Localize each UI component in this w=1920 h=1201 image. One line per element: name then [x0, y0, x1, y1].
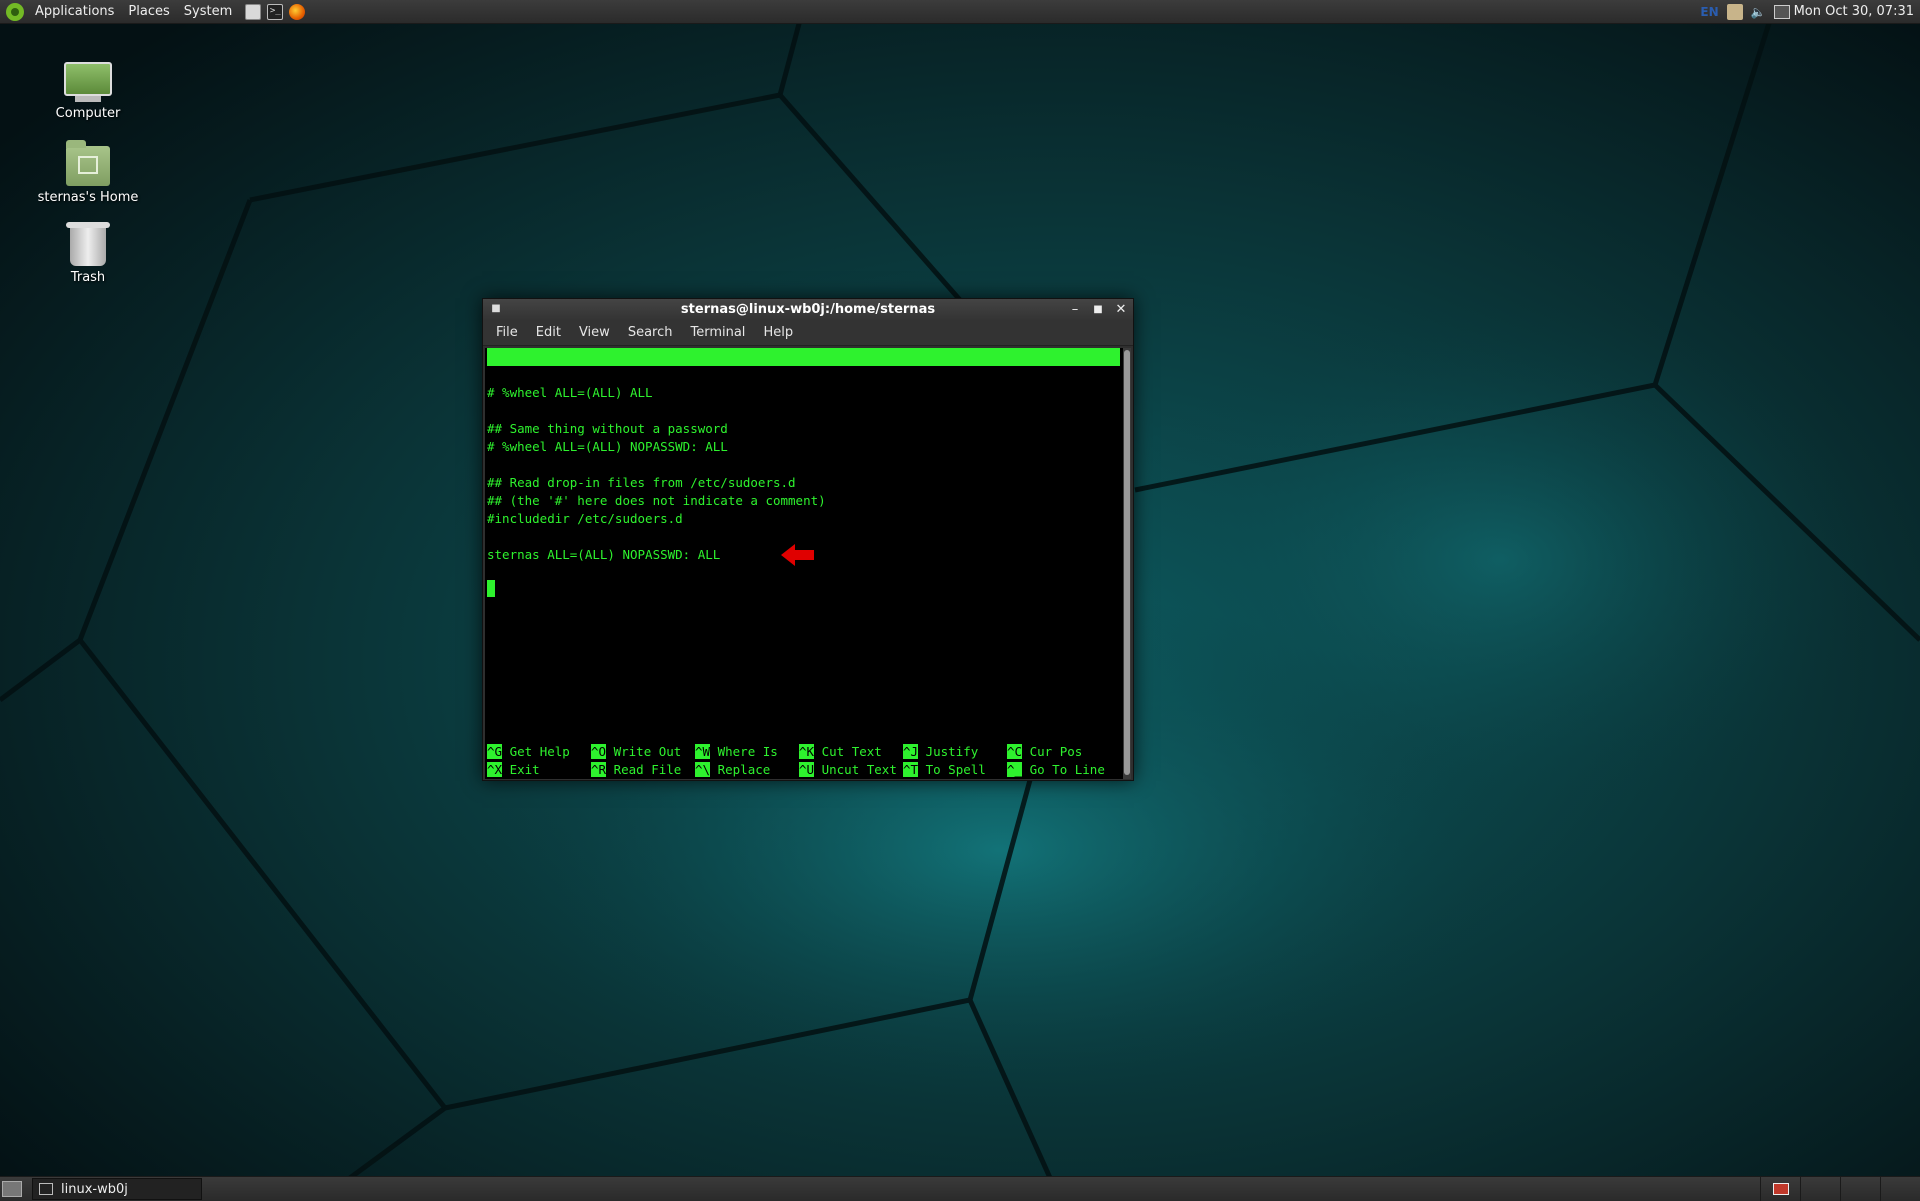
shortcut-get-help[interactable]: ^G Get Help	[487, 743, 570, 761]
window-thumbnail	[1773, 1183, 1789, 1195]
shortcut-write-out[interactable]: ^O Write Out	[591, 743, 681, 761]
close-button[interactable]: ✕	[1111, 299, 1131, 321]
menu-view[interactable]: View	[570, 321, 619, 345]
file-line: ## (the '#' here does not indicate a com…	[487, 493, 826, 508]
desktop-icon-home[interactable]: sternas's Home	[33, 140, 143, 205]
trash-icon	[66, 222, 110, 266]
file-line-highlighted: sternas ALL=(ALL) NOPASSWD: ALL	[487, 547, 721, 562]
file-line: ## Same thing without a password	[487, 421, 728, 436]
nano-filename: File: /etc/sudoers	[759, 385, 895, 400]
text-editor-launcher-icon[interactable]	[245, 3, 262, 20]
workspace-2[interactable]	[1800, 1177, 1840, 1201]
workspace-1[interactable]	[1760, 1177, 1800, 1201]
menu-search[interactable]: Search	[619, 321, 682, 345]
menu-file[interactable]: File	[487, 321, 527, 345]
firefox-launcher-icon[interactable]	[289, 3, 306, 20]
window-titlebar[interactable]: ■ sternas@linux-wb0j:/home/sternas – ■ ✕	[483, 299, 1133, 321]
terminal-content[interactable]: GNU nano 2.8.7 File: /etc/sudoers # %whe…	[485, 348, 1123, 779]
shortcut-cur-pos[interactable]: ^C Cur Pos	[1007, 743, 1082, 761]
workspace-switcher	[1760, 1177, 1920, 1201]
desktop-icon-label: sternas's Home	[37, 190, 139, 205]
desktop-icon-trash[interactable]: Trash	[33, 222, 143, 285]
shortcut-replace[interactable]: ^\ Replace	[695, 761, 770, 779]
shortcut-go-to-line[interactable]: ^_ Go To Line	[1007, 761, 1105, 779]
scrollbar-thumb[interactable]	[1124, 350, 1130, 775]
shortcut-justify[interactable]: ^J Justify	[903, 743, 978, 761]
window-title: sternas@linux-wb0j:/home/sternas	[680, 302, 936, 317]
system-menu[interactable]: System	[177, 0, 239, 23]
places-menu[interactable]: Places	[121, 0, 176, 23]
minimize-button[interactable]: –	[1065, 299, 1085, 321]
shortcut-cut-text[interactable]: ^K Cut Text	[799, 743, 882, 761]
workspace-3[interactable]	[1840, 1177, 1880, 1201]
desktop-icon-label: Trash	[70, 270, 106, 285]
applications-menu[interactable]: Applications	[28, 0, 121, 23]
file-line: #includedir /etc/sudoers.d	[487, 511, 683, 526]
shortcut-read-file[interactable]: ^R Read File	[591, 761, 681, 779]
terminal-launcher-icon[interactable]: >_	[267, 3, 284, 20]
desktop-icon-computer[interactable]: Computer	[33, 62, 143, 121]
nano-header-bar: GNU nano 2.8.7 File: /etc/sudoers	[487, 348, 1120, 400]
volume-icon[interactable]: 🔈	[1751, 5, 1766, 19]
menu-edit[interactable]: Edit	[527, 321, 570, 345]
opensuse-logo-icon[interactable]	[6, 2, 24, 21]
top-panel: Applications Places System >_ EN 🔈 Mon O…	[0, 0, 1920, 24]
taskbar-window-label: linux-wb0j	[61, 1181, 128, 1197]
taskbar-window-button[interactable]: linux-wb0j	[32, 1178, 202, 1200]
terminal-scrollbar[interactable]	[1123, 348, 1131, 779]
shortcut-where-is[interactable]: ^W Where Is	[695, 743, 778, 761]
desktop-icon-label: Computer	[55, 106, 121, 121]
terminal-icon	[39, 1183, 53, 1195]
shortcut-exit[interactable]: ^X Exit	[487, 761, 540, 779]
shortcut-uncut-text[interactable]: ^U Uncut Text	[799, 761, 897, 779]
red-arrow-annotation	[781, 544, 814, 566]
show-desktop-icon[interactable]	[2, 1181, 22, 1197]
workspace-4[interactable]	[1880, 1177, 1920, 1201]
keyboard-layout-indicator[interactable]: EN	[1700, 5, 1718, 19]
clipboard-icon[interactable]	[1726, 3, 1743, 20]
file-line: ## Read drop-in files from /etc/sudoers.…	[487, 475, 796, 490]
text-cursor	[487, 580, 495, 597]
terminal-menubar: File Edit View Search Terminal Help	[483, 321, 1133, 346]
bottom-panel: linux-wb0j	[0, 1176, 1920, 1201]
system-tray: EN 🔈 Mon Oct 30, 07:31	[1692, 0, 1920, 23]
file-line: # %wheel ALL=(ALL) ALL	[487, 385, 653, 400]
maximize-button[interactable]: ■	[1088, 299, 1108, 321]
network-icon[interactable]	[1773, 4, 1790, 19]
home-folder-icon	[66, 140, 110, 186]
clock[interactable]: Mon Oct 30, 07:31	[1794, 4, 1914, 19]
shortcut-to-spell[interactable]: ^T To Spell	[903, 761, 986, 779]
file-line: # %wheel ALL=(ALL) NOPASSWD: ALL	[487, 439, 728, 454]
nano-version: GNU nano 2.8.7	[501, 367, 607, 382]
terminal-window[interactable]: ■ sternas@linux-wb0j:/home/sternas – ■ ✕…	[482, 298, 1134, 781]
menu-help[interactable]: Help	[754, 321, 802, 345]
computer-icon	[64, 62, 112, 102]
menu-terminal[interactable]: Terminal	[681, 321, 754, 345]
